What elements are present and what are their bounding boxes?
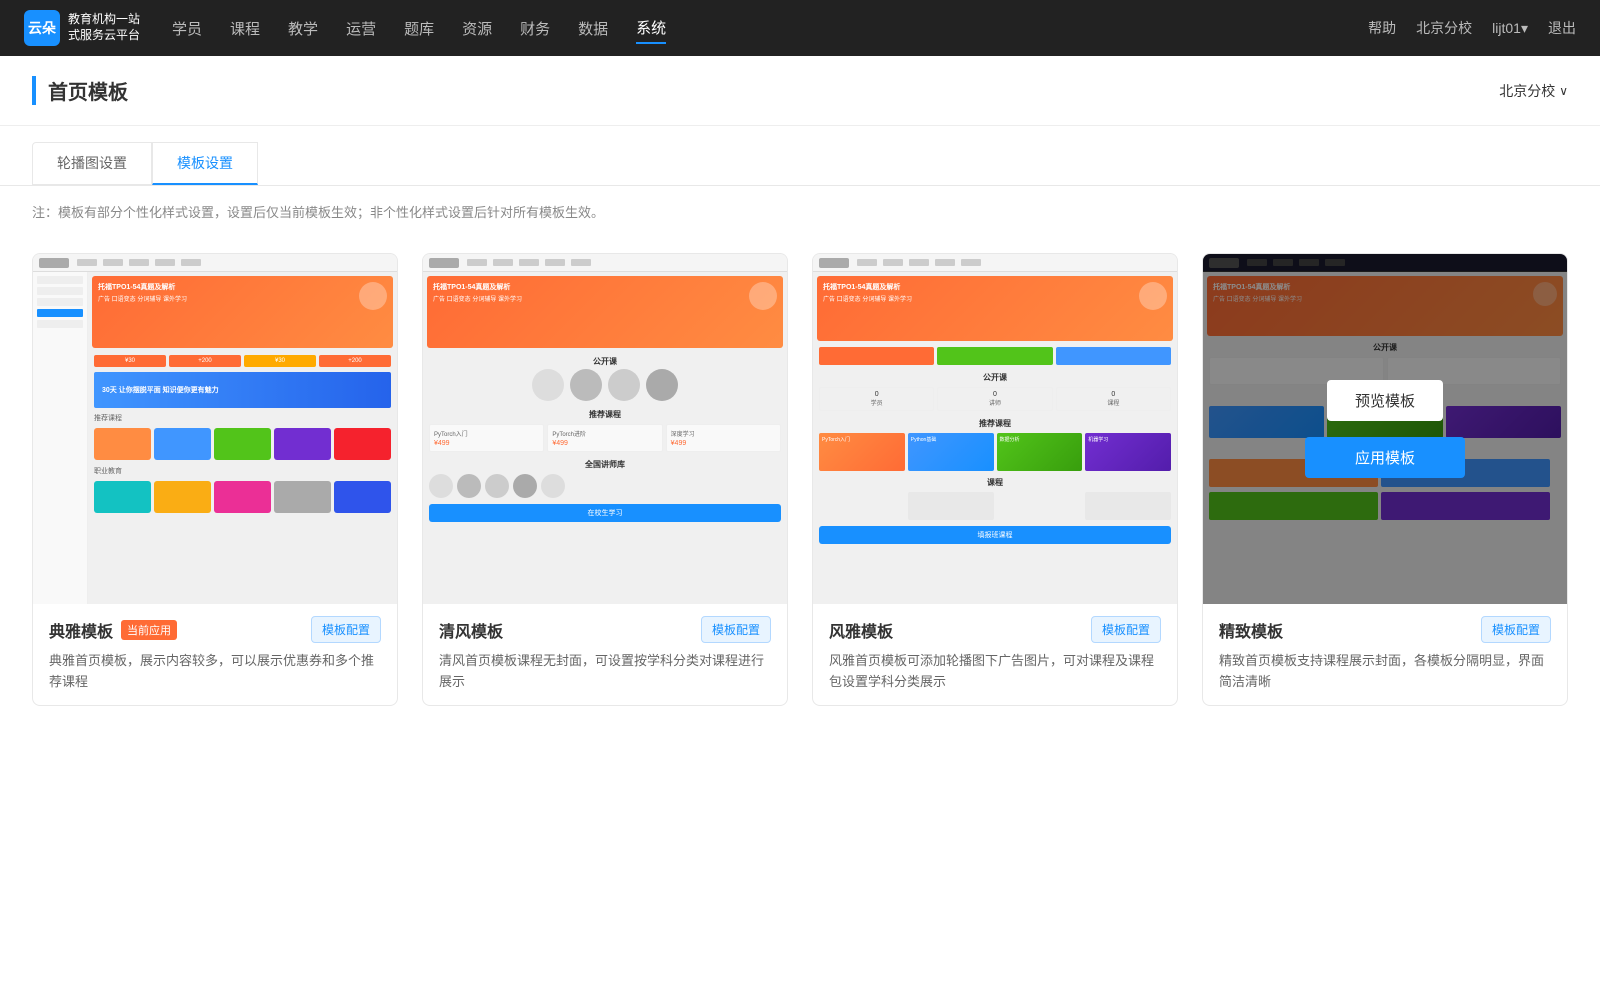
template-preview-elegant: 托福TPO1-54真题及解析 广告 口语变态 分词辅导 课外学习 公开课 0 学… — [813, 254, 1177, 604]
template-desc-fresh: 清风首页模板课程无封面，可设置按学科分类对课程进行展示 — [439, 651, 771, 693]
btn-config-refined[interactable]: 模板配置 — [1481, 616, 1551, 643]
btn-apply-refined[interactable]: 应用模板 — [1305, 437, 1465, 478]
nav-logout[interactable]: 退出 — [1548, 18, 1576, 38]
nav-item-questions[interactable]: 题库 — [404, 14, 434, 43]
nav-school[interactable]: 北京分校 — [1416, 18, 1472, 38]
template-footer-elegant: 风雅模板 模板配置 风雅首页模板可添加轮播图下广告图片，可对课程及课程包设置学科… — [813, 604, 1177, 705]
page-header: 首页模板 北京分校 ∨ — [0, 56, 1600, 126]
tab-bar: 轮播图设置 模板设置 — [0, 126, 1600, 186]
template-overlay-refined: 预览模板 应用模板 — [1203, 254, 1567, 604]
school-selector[interactable]: 北京分校 ∨ — [1499, 81, 1568, 101]
btn-config-elegant[interactable]: 模板配置 — [1091, 616, 1161, 643]
nav-item-data[interactable]: 数据 — [578, 14, 608, 43]
template-desc-classic: 典雅首页模板，展示内容较多，可以展示优惠券和多个推荐课程 — [49, 651, 381, 693]
nav-item-finance[interactable]: 财务 — [520, 14, 550, 43]
template-desc-refined: 精致首页模板支持课程展示封面，各模板分隔明显，界面简洁清晰 — [1219, 651, 1551, 693]
templates-grid: 托福TPO1-54真题及解析 广告 口语变态 分词辅导 课外学习 ¥30 +20… — [0, 237, 1600, 738]
btn-config-fresh[interactable]: 模板配置 — [701, 616, 771, 643]
template-name-fresh: 清风模板 — [439, 618, 503, 642]
badge-current-classic: 当前应用 — [121, 620, 177, 640]
template-card-classic: 托福TPO1-54真题及解析 广告 口语变态 分词辅导 课外学习 ¥30 +20… — [32, 253, 398, 706]
nav-item-system[interactable]: 系统 — [636, 13, 666, 44]
page-content: 首页模板 北京分校 ∨ 轮播图设置 模板设置 注：模板有部分个性化样式设置，设置… — [0, 56, 1600, 990]
logo-text: 教育机构一站 式服务云平台 — [68, 12, 140, 43]
template-desc-elegant: 风雅首页模板可添加轮播图下广告图片，可对课程及课程包设置学科分类展示 — [829, 651, 1161, 693]
template-card-fresh: 托福TPO1-54真题及解析 广告 口语变态 分词辅导 课外学习 公开课 推荐课… — [422, 253, 788, 706]
template-footer-refined: 精致模板 模板配置 精致首页模板支持课程展示封面，各模板分隔明显，界面简洁清晰 — [1203, 604, 1567, 705]
nav-right: 帮助 北京分校 lijt01▾ 退出 — [1368, 18, 1576, 38]
template-card-elegant: 托福TPO1-54真题及解析 广告 口语变态 分词辅导 课外学习 公开课 0 学… — [812, 253, 1178, 706]
main-nav: 云朵 教育机构一站 式服务云平台 学员 课程 教学 运营 题库 资源 财务 数据… — [0, 0, 1600, 56]
template-preview-classic: 托福TPO1-54真题及解析 广告 口语变态 分词辅导 课外学习 ¥30 +20… — [33, 254, 397, 604]
nav-menu: 学员 课程 教学 运营 题库 资源 财务 数据 系统 — [172, 13, 666, 44]
tab-carousel[interactable]: 轮播图设置 — [32, 142, 152, 185]
btn-config-classic[interactable]: 模板配置 — [311, 616, 381, 643]
template-preview-fresh: 托福TPO1-54真题及解析 广告 口语变态 分词辅导 课外学习 公开课 推荐课… — [423, 254, 787, 604]
nav-user[interactable]: lijt01▾ — [1492, 20, 1528, 37]
nav-item-courses[interactable]: 课程 — [230, 14, 260, 43]
template-preview-refined: 托福TPO1-54真题及解析 广告 口语变态 分词辅导 课外学习 公开课 推荐课… — [1203, 254, 1567, 604]
logo-icon: 云朵 — [24, 10, 60, 46]
template-name-elegant: 风雅模板 — [829, 618, 893, 642]
nav-item-resources[interactable]: 资源 — [462, 14, 492, 43]
template-name-refined: 精致模板 — [1219, 618, 1283, 642]
nav-item-students[interactable]: 学员 — [172, 14, 202, 43]
template-card-refined: 托福TPO1-54真题及解析 广告 口语变态 分词辅导 课外学习 公开课 推荐课… — [1202, 253, 1568, 706]
chevron-down-icon: ∨ — [1559, 84, 1568, 98]
template-footer-fresh: 清风模板 模板配置 清风首页模板课程无封面，可设置按学科分类对课程进行展示 — [423, 604, 787, 705]
note-text: 注：模板有部分个性化样式设置，设置后仅当前模板生效；非个性化样式设置后针对所有模… — [0, 186, 1600, 237]
tab-template[interactable]: 模板设置 — [152, 142, 258, 185]
btn-preview-refined[interactable]: 预览模板 — [1327, 380, 1443, 421]
nav-left: 云朵 教育机构一站 式服务云平台 学员 课程 教学 运营 题库 资源 财务 数据… — [24, 10, 666, 46]
nav-item-teaching[interactable]: 教学 — [288, 14, 318, 43]
logo: 云朵 教育机构一站 式服务云平台 — [24, 10, 140, 46]
nav-help[interactable]: 帮助 — [1368, 18, 1396, 38]
nav-item-operations[interactable]: 运营 — [346, 14, 376, 43]
page-title: 首页模板 — [32, 76, 128, 105]
template-footer-classic: 典雅模板 当前应用 模板配置 典雅首页模板，展示内容较多，可以展示优惠券和多个推… — [33, 604, 397, 705]
template-name-classic: 典雅模板 — [49, 618, 113, 642]
